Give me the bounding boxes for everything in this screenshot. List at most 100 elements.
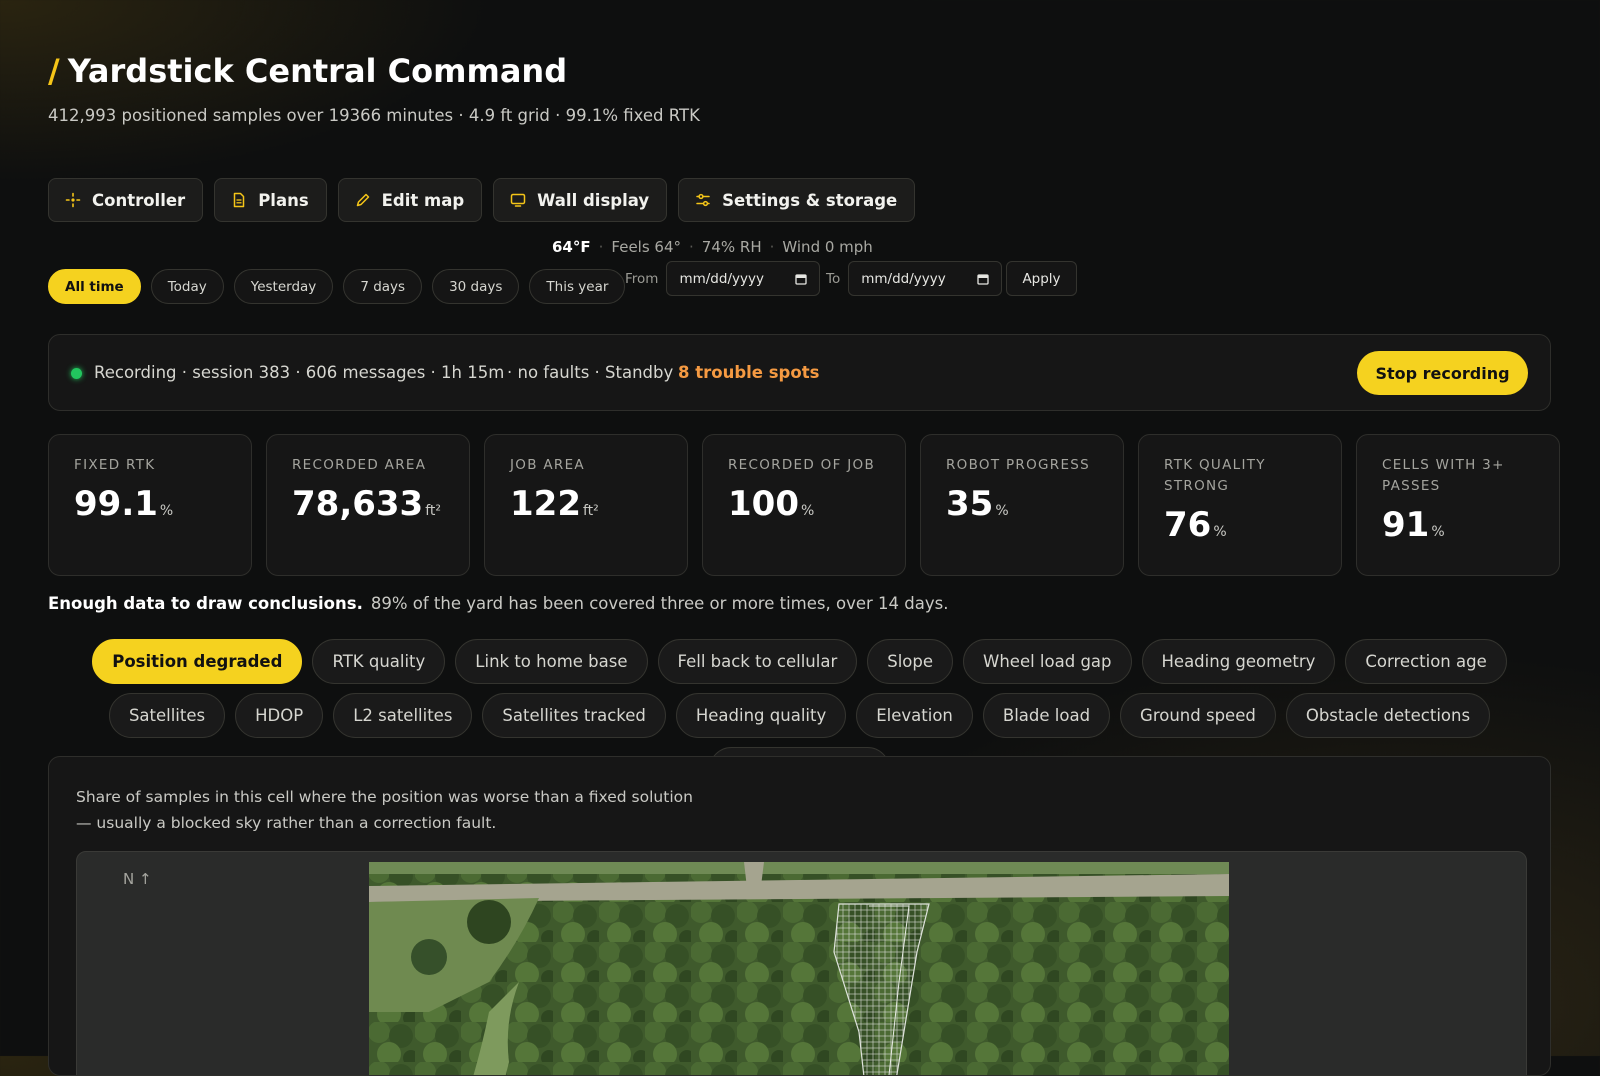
settings-storage-label: Settings & storage xyxy=(722,190,898,210)
page-title: / Yardstick Central Command xyxy=(48,52,567,90)
wall-display-button[interactable]: Wall display xyxy=(493,178,668,222)
title-slash: / xyxy=(48,52,60,90)
stat-card-rtk-quality: RTK quality strong 76% xyxy=(1138,434,1342,576)
range-today[interactable]: Today xyxy=(150,269,224,304)
from-date-group: From mm/dd/yyyy xyxy=(625,261,821,296)
apply-button[interactable]: Apply xyxy=(1006,261,1077,296)
time-range-filter: All time Today Yesterday 7 days 30 days … xyxy=(48,269,626,304)
stat-label: Job area xyxy=(510,457,585,473)
from-date-input[interactable]: mm/dd/yyyy xyxy=(666,261,821,296)
from-date-value: mm/dd/yyyy xyxy=(679,270,764,287)
layer-ground-speed[interactable]: Ground speed xyxy=(1120,693,1276,738)
to-date-input[interactable]: mm/dd/yyyy xyxy=(848,261,1003,296)
range-7-days[interactable]: 7 days xyxy=(343,269,423,304)
edit-map-label: Edit map xyxy=(381,190,465,210)
stat-card-job-area: Job area 122 ft² xyxy=(484,434,688,576)
weather-separator: · xyxy=(598,238,604,256)
calendar-icon xyxy=(977,273,989,285)
layer-description-line: Share of samples in this cell where the … xyxy=(76,788,693,806)
layer-description-line: — usually a blocked sky rather than a co… xyxy=(76,814,497,832)
stat-unit: % xyxy=(1213,524,1227,540)
controller-button[interactable]: Controller xyxy=(48,178,204,222)
layer-rtk-quality[interactable]: RTK quality xyxy=(312,639,446,684)
conclusion-detail: 89% of the yard has been covered three o… xyxy=(370,594,949,613)
stop-recording-button[interactable]: Stop recording xyxy=(1357,351,1528,395)
main-nav: Controller Plans Edit map Wall display S… xyxy=(48,178,916,222)
stat-value: 76% xyxy=(1164,505,1316,545)
stat-unit: ft² xyxy=(582,503,599,519)
layer-link-to-home-base[interactable]: Link to home base xyxy=(455,639,648,684)
layer-heading-quality[interactable]: Heading quality xyxy=(675,693,847,738)
to-date-value: mm/dd/yyyy xyxy=(861,270,946,287)
stat-card-robot-progress: Robot progress 35% xyxy=(920,434,1124,576)
stat-label: Recorded of job xyxy=(728,457,876,473)
plans-button[interactable]: Plans xyxy=(214,178,327,222)
calendar-icon xyxy=(795,273,808,285)
robot-mode: · no faults · Standby xyxy=(507,363,674,382)
layer-satellites[interactable]: Satellites xyxy=(108,693,226,738)
layer-hdop[interactable]: HDOP xyxy=(235,693,324,738)
stat-value: 99.1% xyxy=(74,484,226,524)
settings-storage-button[interactable]: Settings & storage xyxy=(678,178,916,222)
plans-label: Plans xyxy=(258,190,309,210)
to-date-group: To mm/dd/yyyy xyxy=(826,261,1003,296)
title-text: Yardstick Central Command xyxy=(67,52,568,90)
range-30-days[interactable]: 30 days xyxy=(432,269,520,304)
stat-label: Robot progress xyxy=(946,457,1091,473)
range-this-year[interactable]: This year xyxy=(529,269,626,304)
range-all-time[interactable]: All time xyxy=(48,269,141,304)
pencil-icon xyxy=(356,193,369,207)
stat-unit: % xyxy=(995,503,1009,519)
stat-number: 76 xyxy=(1164,505,1212,545)
layer-obstacle-detections[interactable]: Obstacle detections xyxy=(1285,693,1491,738)
layer-elevation[interactable]: Elevation xyxy=(856,693,973,738)
layer-blade-load[interactable]: Blade load xyxy=(982,693,1111,738)
from-label: From xyxy=(625,270,659,287)
sliders-icon xyxy=(696,193,710,207)
layer-wheel-load-gap[interactable]: Wheel load gap xyxy=(963,639,1132,684)
stat-unit: ft² xyxy=(425,503,441,519)
stat-card-fixed-rtk: Fixed RTK 99.1% xyxy=(48,434,252,576)
weather-feels: Feels 64° xyxy=(611,238,682,256)
yard-map[interactable]: N ↑ xyxy=(76,851,1527,1075)
monitor-icon xyxy=(510,193,526,207)
edit-map-button[interactable]: Edit map xyxy=(337,178,483,222)
stat-value: 91% xyxy=(1382,505,1534,545)
document-icon xyxy=(233,192,245,208)
trouble-spots-link[interactable]: 8 trouble spots xyxy=(678,363,819,382)
layer-correction-age[interactable]: Correction age xyxy=(1345,639,1507,684)
stat-card-recorded-of-job: Recorded of job 100% xyxy=(702,434,906,576)
weather-separator: · xyxy=(689,238,694,256)
layer-slope[interactable]: Slope xyxy=(867,639,954,684)
stat-number: 35 xyxy=(946,484,994,524)
weather-separator: · xyxy=(769,238,775,256)
stat-value: 100% xyxy=(728,484,880,524)
map-panel: Share of samples in this cell where the … xyxy=(48,756,1551,1076)
weather-readout: 64°F · Feels 64° · 74% RH · Wind 0 mph xyxy=(552,238,873,256)
layer-description: Share of samples in this cell where the … xyxy=(76,784,776,836)
stat-card-cells-passes: Cells with 3+ passes 91% xyxy=(1356,434,1560,576)
conclusion-heading: Enough data to draw conclusions. xyxy=(48,594,363,613)
stat-unit: % xyxy=(159,503,174,519)
conclusion-text: Enough data to draw conclusions. 89% of t… xyxy=(48,594,948,613)
recording-status-bar: Recording · session 383 · 606 messages ·… xyxy=(48,334,1551,411)
layer-l2-satellites[interactable]: L2 satellites xyxy=(333,693,473,738)
layer-heading-geometry[interactable]: Heading geometry xyxy=(1141,639,1336,684)
stat-unit: % xyxy=(800,503,815,519)
north-indicator: N ↑ xyxy=(123,870,152,888)
to-label: To xyxy=(826,270,841,287)
layer-satellites-tracked[interactable]: Satellites tracked xyxy=(482,693,666,738)
page-subtitle: 412,993 positioned samples over 19366 mi… xyxy=(48,106,700,125)
weather-wind: Wind 0 mph xyxy=(782,238,873,256)
stat-label: Fixed RTK xyxy=(74,457,156,473)
range-yesterday[interactable]: Yesterday xyxy=(233,269,334,304)
stat-value: 122 ft² xyxy=(510,484,662,524)
stat-card-recorded-area: Recorded area 78,633 ft² xyxy=(266,434,470,576)
stat-number: 99.1 xyxy=(74,484,158,524)
stat-number: 100 xyxy=(728,484,799,524)
layer-position-degraded[interactable]: Position degraded xyxy=(92,639,303,684)
stat-label: Cells with 3+ passes xyxy=(1382,457,1505,494)
layer-fell-back-to-cellular[interactable]: Fell back to cellular xyxy=(657,639,858,684)
stat-number: 91 xyxy=(1382,505,1430,545)
controller-label: Controller xyxy=(92,190,186,210)
